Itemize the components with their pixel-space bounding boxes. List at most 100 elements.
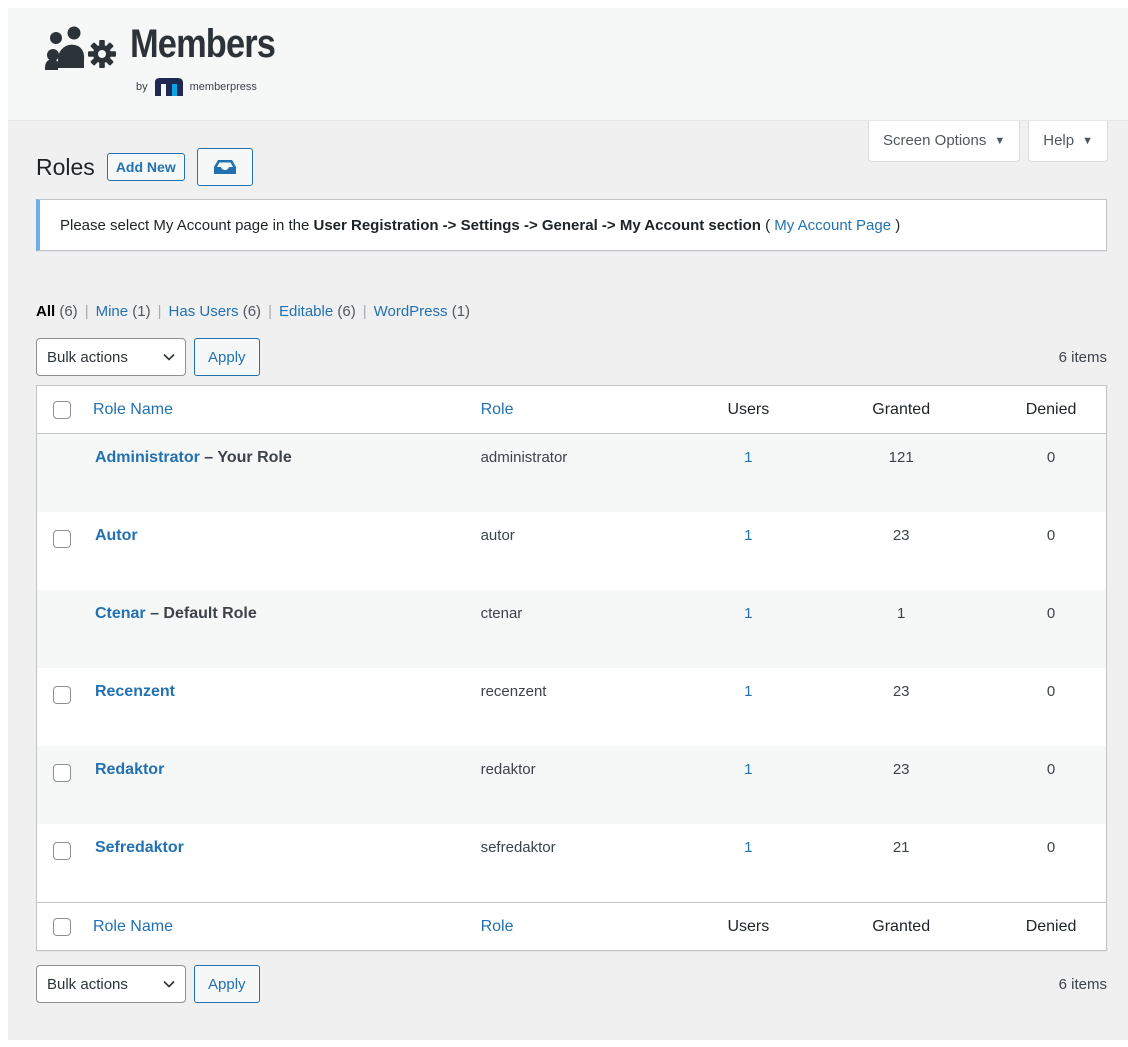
role-slug: redaktor	[480, 761, 536, 778]
brand-by-text: by	[136, 81, 148, 93]
table-row: Ctenar – Default Role ctenar 1 1 0	[37, 590, 1106, 668]
bulk-actions-select[interactable]: Bulk actions	[36, 965, 186, 1003]
bulk-actions-select[interactable]: Bulk actions	[36, 338, 186, 376]
table-header-row: Role Name Role Users Granted Denied	[37, 386, 1106, 434]
row-checkbox[interactable]	[52, 842, 71, 860]
role-slug: ctenar	[480, 605, 523, 622]
inbox-button[interactable]	[196, 148, 253, 186]
views-separator: |	[157, 303, 162, 320]
my-account-page-link[interactable]: My Account Page	[774, 217, 891, 234]
row-checkbox-cell	[37, 605, 85, 608]
sort-role-name-link[interactable]: Role Name	[93, 918, 173, 935]
views-separator: |	[268, 303, 272, 320]
column-header-users: Users	[727, 400, 770, 418]
table-row: Sefredaktor sefredaktor 1 21 0	[37, 824, 1106, 902]
view-mine-label[interactable]: Mine	[96, 303, 129, 320]
table-row: Recenzent recenzent 1 23 0	[37, 668, 1106, 746]
memberpress-wordmark: memberpress	[189, 81, 257, 93]
row-checkbox-cell	[37, 527, 85, 548]
users-cell: 1	[690, 683, 806, 700]
role-name-link[interactable]: Redaktor	[95, 761, 164, 778]
view-all[interactable]: All (6)	[36, 303, 78, 320]
role-state: – Default Role	[145, 605, 257, 622]
tablenav-bottom: Bulk actions Apply 6 items	[36, 964, 1107, 1004]
screen-options-button[interactable]: Screen Options ▼	[867, 121, 1021, 162]
column-footer-denied: Denied	[1025, 917, 1077, 935]
add-new-button[interactable]: Add New	[106, 153, 185, 181]
row-checkbox-cell	[37, 839, 85, 860]
column-footer-role: Role	[481, 918, 691, 936]
row-checkbox[interactable]	[52, 764, 71, 782]
column-footer-users: Users	[727, 917, 770, 935]
view-mine-count: (1)	[132, 303, 151, 320]
memberpress-logo-icon	[154, 78, 183, 96]
table-row: Administrator – Your Role administrator …	[37, 434, 1106, 512]
row-checkbox-cell	[37, 449, 85, 452]
table-row: Autor autor 1 23 0	[37, 512, 1106, 590]
role-slug: autor	[480, 527, 515, 544]
denied-count: 0	[1046, 839, 1056, 856]
column-header-role: Role	[481, 401, 691, 419]
view-mine[interactable]: Mine (1)	[96, 303, 151, 320]
apply-button[interactable]: Apply	[194, 965, 260, 1003]
sort-role-link[interactable]: Role	[481, 918, 514, 935]
granted-count: 23	[892, 527, 910, 544]
granted-count: 1	[897, 605, 906, 622]
select-all-checkbox[interactable]	[52, 917, 71, 936]
users-count-link[interactable]: 1	[744, 449, 752, 466]
role-name-link[interactable]: Ctenar	[95, 605, 146, 622]
inbox-icon	[213, 160, 236, 174]
admin-notice: Please select My Account page in the Use…	[36, 199, 1107, 251]
role-state: – Your Role	[199, 449, 292, 466]
view-has-users[interactable]: Has Users (6)	[169, 303, 262, 320]
view-wordpress-count: (1)	[451, 303, 471, 320]
role-name-link[interactable]: Recenzent	[95, 683, 175, 700]
help-button[interactable]: Help ▼	[1028, 121, 1108, 162]
views-separator: |	[84, 303, 89, 320]
select-all-checkbox[interactable]	[52, 400, 71, 419]
column-footer-role-name: Role Name	[85, 918, 481, 936]
column-header-denied: Denied	[1025, 400, 1077, 418]
users-count-link[interactable]: 1	[744, 605, 752, 622]
view-has-users-label[interactable]: Has Users	[169, 303, 239, 320]
role-name-link[interactable]: Administrator	[95, 449, 200, 466]
views-separator: |	[362, 303, 367, 320]
page-title: Roles	[36, 153, 95, 180]
users-cell: 1	[690, 605, 806, 622]
items-count: 6 items	[1058, 348, 1107, 366]
users-count-link[interactable]: 1	[744, 683, 752, 700]
denied-count: 0	[1046, 761, 1056, 778]
view-editable[interactable]: Editable (6)	[279, 303, 356, 320]
role-name-cell: Redaktor	[85, 761, 481, 779]
role-name-cell: Ctenar – Default Role	[85, 605, 481, 623]
denied-count: 0	[1046, 605, 1056, 622]
granted-count: 121	[888, 449, 914, 466]
role-views-filter: All (6) | Mine (1) | Has Users (6) | Edi…	[36, 303, 470, 320]
bulk-actions-label: Bulk actions	[47, 975, 128, 993]
table-footer-row: Role Name Role Users Granted Denied	[37, 902, 1106, 950]
users-count-link[interactable]: 1	[744, 527, 752, 544]
screen-options-label: Screen Options	[882, 132, 987, 149]
apply-button[interactable]: Apply	[194, 338, 260, 376]
users-cell: 1	[690, 839, 806, 856]
view-wordpress[interactable]: WordPress (1)	[374, 303, 470, 320]
users-count-link[interactable]: 1	[744, 761, 752, 778]
chevron-down-icon	[163, 980, 175, 988]
users-count-link[interactable]: 1	[744, 839, 752, 856]
sort-role-name-link[interactable]: Role Name	[93, 401, 173, 418]
column-footer-granted: Granted	[872, 917, 931, 935]
role-slug: recenzent	[480, 683, 547, 700]
role-name-cell: Autor	[85, 527, 481, 545]
role-name-link[interactable]: Autor	[95, 527, 138, 544]
items-count: 6 items	[1058, 975, 1107, 993]
role-name-link[interactable]: Sefredaktor	[95, 839, 184, 856]
denied-count: 0	[1046, 683, 1056, 700]
users-cell: 1	[690, 527, 806, 544]
view-all-count: (6)	[59, 303, 78, 320]
row-checkbox[interactable]	[52, 686, 71, 704]
sort-role-link[interactable]: Role	[481, 401, 514, 418]
view-wordpress-label[interactable]: WordPress	[374, 303, 448, 320]
view-editable-label[interactable]: Editable	[279, 303, 333, 320]
view-has-users-count: (6)	[242, 303, 262, 320]
row-checkbox[interactable]	[52, 530, 71, 548]
